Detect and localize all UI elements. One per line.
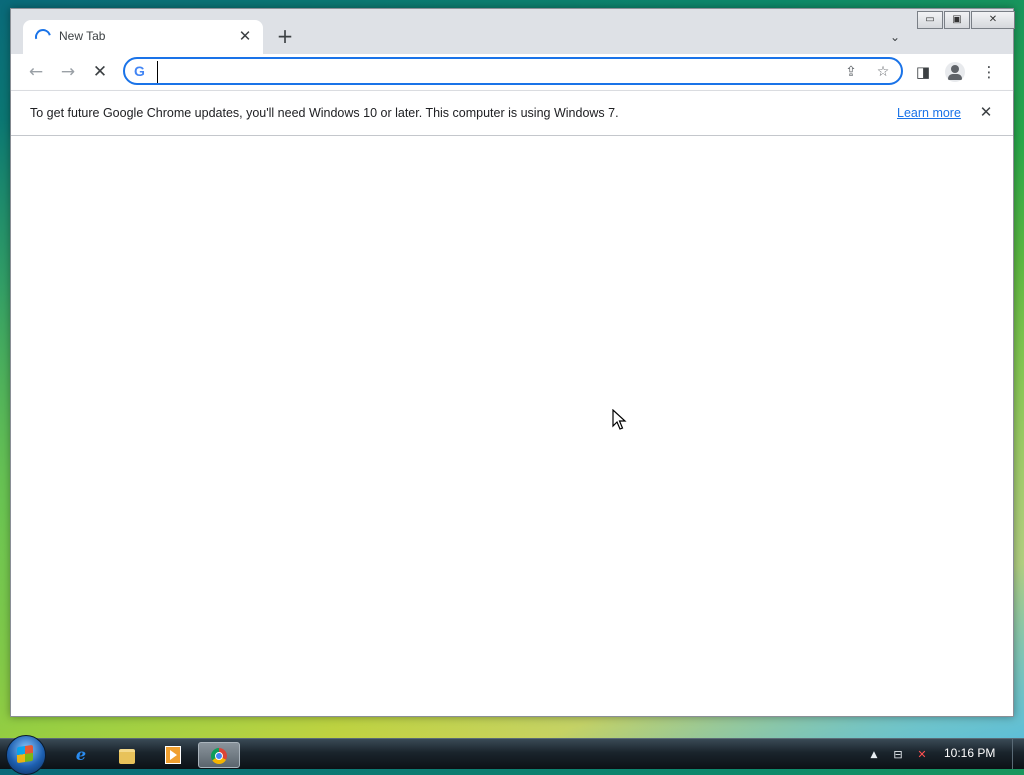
browser-toolbar: ← → ✕ G ⇪ ☆ ◨ ⋮: [11, 54, 1013, 90]
window-controls: ▭ ▣ ✕: [916, 11, 1015, 29]
mouse-cursor-icon: [612, 409, 627, 430]
bookmark-star-icon[interactable]: ☆: [873, 62, 893, 82]
page-content[interactable]: [11, 136, 1013, 716]
forward-button[interactable]: →: [55, 59, 81, 85]
taskbar-chrome[interactable]: [198, 742, 240, 768]
windows-logo-icon: [17, 744, 33, 764]
taskbar-clock[interactable]: 10:16 PM: [944, 746, 995, 760]
network-icon[interactable]: ⊟: [890, 747, 906, 763]
new-tab-button[interactable]: +: [273, 25, 297, 49]
tab-new-tab[interactable]: New Tab ✕: [23, 20, 263, 54]
stop-loading-button[interactable]: ✕: [87, 59, 113, 85]
close-window-button[interactable]: ✕: [971, 11, 1015, 29]
taskbar-internet-explorer[interactable]: e: [62, 742, 100, 768]
ie-icon: e: [75, 745, 87, 764]
show-desktop-button[interactable]: [1012, 739, 1024, 769]
minimize-button[interactable]: ▭: [917, 11, 943, 29]
infobar-message: To get future Google Chrome updates, you…: [30, 106, 619, 120]
maximize-button[interactable]: ▣: [944, 11, 970, 29]
chrome-window[interactable]: New Tab ✕ + ⌄ ▭ ▣ ✕ ← → ✕ G ⇪ ☆ ◨ ⋮ To g…: [10, 8, 1015, 717]
menu-kebab-icon[interactable]: ⋮: [977, 60, 1001, 84]
learn-more-link[interactable]: Learn more: [897, 106, 961, 120]
tab-close-icon[interactable]: ✕: [235, 26, 255, 46]
loading-spinner-icon: [32, 26, 54, 48]
tab-search-icon[interactable]: ⌄: [885, 27, 905, 47]
update-infobar: To get future Google Chrome updates, you…: [11, 90, 1013, 136]
tab-title: New Tab: [59, 29, 106, 43]
tab-strip: New Tab ✕ + ⌄ ▭ ▣ ✕: [11, 9, 1015, 54]
start-button[interactable]: [6, 735, 46, 775]
show-hidden-icons-icon[interactable]: ▲: [866, 747, 882, 763]
taskbar-windows-explorer[interactable]: [108, 742, 146, 768]
back-button[interactable]: ←: [23, 59, 49, 85]
google-logo-icon: G: [134, 63, 145, 79]
share-icon[interactable]: ⇪: [841, 62, 861, 82]
folder-icon: [119, 749, 135, 764]
omnibox[interactable]: G ⇪ ☆: [123, 57, 903, 85]
address-input[interactable]: [157, 61, 842, 83]
taskbar-media-player[interactable]: [154, 742, 192, 768]
media-player-icon: [165, 746, 181, 764]
chrome-icon: [211, 748, 227, 764]
side-panel-icon[interactable]: ◨: [911, 60, 935, 84]
taskbar: e ▲ ⊟ ✕ 10:16 PM: [0, 735, 1024, 775]
volume-muted-icon[interactable]: ✕: [914, 747, 930, 763]
profile-avatar-icon[interactable]: [945, 62, 965, 82]
infobar-close-icon[interactable]: ✕: [976, 102, 996, 122]
